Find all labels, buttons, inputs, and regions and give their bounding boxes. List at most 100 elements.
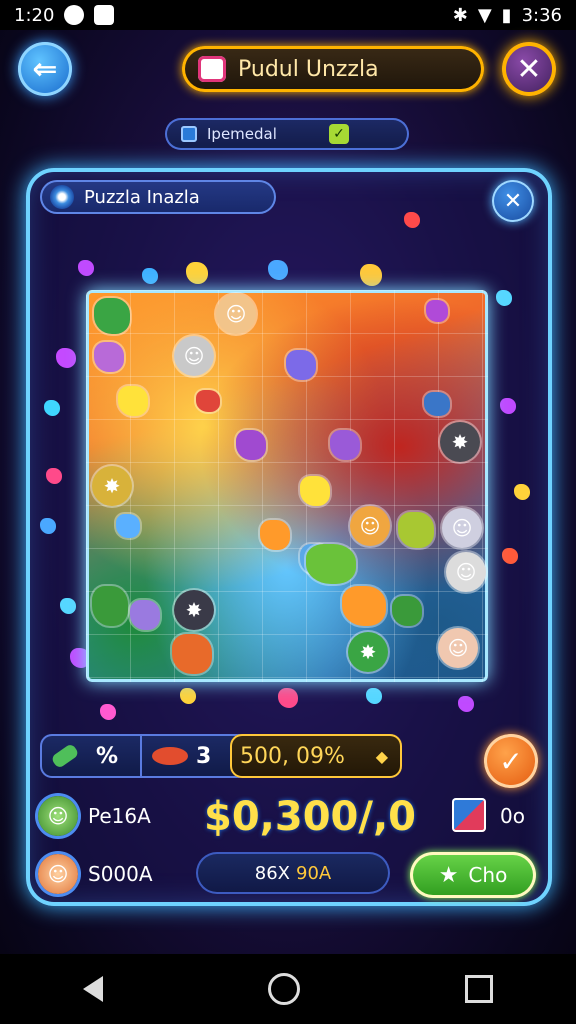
go-button[interactable]: ★ Cho xyxy=(410,852,536,898)
close-icon: ✕ xyxy=(503,188,523,214)
battery-icon: ▮ xyxy=(501,4,512,26)
status-bar: 1:20 ✱ ▼ ▮ 3:36 xyxy=(0,0,576,30)
fish-icon xyxy=(152,747,188,765)
floating-piece xyxy=(458,696,474,712)
puzzle-piece[interactable] xyxy=(236,430,266,460)
critter-piece[interactable]: ☺ xyxy=(216,294,256,334)
floating-piece xyxy=(46,468,62,484)
puzzle-icon xyxy=(198,56,226,82)
timer-right: 90A xyxy=(296,862,332,884)
timer-pill: 86X 90A xyxy=(196,852,390,894)
puzzle-piece[interactable] xyxy=(426,300,448,322)
bottle-icon xyxy=(50,742,80,770)
floating-piece xyxy=(100,704,116,720)
fish-count: 3 xyxy=(196,743,212,769)
panel-header: Puzzla Inazla xyxy=(40,180,276,214)
floating-piece xyxy=(40,518,56,534)
puzzle-piece[interactable] xyxy=(94,342,124,372)
critter-piece[interactable]: ☺ xyxy=(350,506,390,546)
player-name: S000A xyxy=(88,862,153,886)
puzzle-piece[interactable] xyxy=(286,350,316,380)
player-name: Pe16A xyxy=(88,804,151,828)
puzzle-piece[interactable] xyxy=(94,298,130,334)
puzzle-piece[interactable] xyxy=(260,520,290,550)
critter-piece[interactable]: ✸ xyxy=(348,632,388,672)
puzzle-piece[interactable] xyxy=(172,634,212,674)
status-left: 1:20 xyxy=(14,4,115,26)
floating-piece xyxy=(404,212,420,228)
floating-piece xyxy=(186,262,208,284)
critter-piece[interactable]: ☺ xyxy=(446,552,486,592)
close-button[interactable]: ✕ xyxy=(502,42,556,96)
status-right: ✱ ▼ ▮ 3:36 xyxy=(453,5,562,26)
side-action-label: 0o xyxy=(500,804,525,828)
go-label: Cho xyxy=(468,863,508,887)
player-avatar-icon[interactable]: ☺ xyxy=(38,796,78,836)
progress-stat: 500, 09% ◆ xyxy=(230,734,402,778)
status-right-time: 3:36 xyxy=(521,4,562,26)
critter-piece[interactable]: ✸ xyxy=(92,466,132,506)
fish-stat[interactable]: 3 xyxy=(140,734,236,778)
tool-stat[interactable]: % xyxy=(40,734,140,778)
floating-piece xyxy=(142,268,158,284)
critter-piece[interactable]: ✸ xyxy=(440,422,480,462)
signal-icon: ▼ xyxy=(477,4,492,26)
floating-piece xyxy=(366,688,382,704)
floating-piece xyxy=(180,688,196,704)
panel-title: Puzzla Inazla xyxy=(84,186,200,208)
critter-piece[interactable]: ✸ xyxy=(174,590,214,630)
floating-piece xyxy=(44,400,60,416)
puzzle-piece[interactable] xyxy=(330,430,360,460)
swirl-logo-icon xyxy=(50,185,74,209)
puzzle-piece[interactable] xyxy=(118,386,148,416)
navigation-bar xyxy=(0,954,576,1024)
floating-piece xyxy=(60,598,76,614)
nav-home-icon[interactable] xyxy=(267,973,300,1005)
confirm-button[interactable]: ✓ xyxy=(484,734,538,788)
timer-left: 86X xyxy=(254,862,291,884)
back-button[interactable]: ⇐ xyxy=(18,42,72,96)
floating-piece xyxy=(278,688,298,708)
score-display: $0,300/,0 xyxy=(204,794,416,840)
mode-label: Ipemedal xyxy=(207,125,277,143)
star-icon: ★ xyxy=(438,862,459,888)
floating-piece xyxy=(496,290,512,306)
critter-piece[interactable]: ☺ xyxy=(174,336,214,376)
title-pill: Pudul Unzzla xyxy=(182,46,484,92)
flag-icon[interactable] xyxy=(452,798,486,832)
puzzle-piece[interactable] xyxy=(300,476,330,506)
nav-back-icon[interactable] xyxy=(82,976,103,1002)
checkbox-icon xyxy=(181,126,197,142)
puzzle-piece[interactable] xyxy=(392,596,422,626)
puzzle-board[interactable]: ☺ ☺ ✸ ✸ ☺ ☺ ☺ ✸ ✸ ☺ xyxy=(86,290,488,682)
player-avatar-icon[interactable]: ☺ xyxy=(38,854,78,894)
critter-piece[interactable]: ☺ xyxy=(442,508,482,548)
status-time: 1:20 xyxy=(14,4,55,26)
critter-piece[interactable]: ☺ xyxy=(438,628,478,668)
back-arrow-icon: ⇐ xyxy=(32,51,58,87)
tool-symbol: % xyxy=(96,743,119,769)
close-icon: ✕ xyxy=(516,51,542,87)
floating-piece xyxy=(514,484,530,500)
puzzle-piece[interactable] xyxy=(196,390,220,412)
checkmark-icon: ✓ xyxy=(499,744,523,778)
panel-close-button[interactable]: ✕ xyxy=(492,180,534,222)
floating-piece xyxy=(268,260,288,280)
puzzle-piece[interactable] xyxy=(398,512,434,548)
checkmark-icon: ✓ xyxy=(329,124,349,144)
stats-bar: % 3 500, 09% ◆ xyxy=(40,734,402,778)
puzzle-piece[interactable] xyxy=(306,544,356,584)
puzzle-piece[interactable] xyxy=(424,392,450,416)
puzzle-piece[interactable] xyxy=(116,514,140,538)
puzzle-piece[interactable] xyxy=(342,586,386,626)
mode-toggle[interactable]: Ipemedal ✓ xyxy=(165,118,409,150)
page-title: Pudul Unzzla xyxy=(238,56,379,82)
floating-piece xyxy=(500,398,516,414)
notification-icon xyxy=(64,5,85,25)
puzzle-piece[interactable] xyxy=(92,586,128,626)
floating-piece xyxy=(360,264,382,286)
nav-recents-icon[interactable] xyxy=(465,975,494,1003)
shield-icon xyxy=(94,5,115,25)
floating-piece xyxy=(56,348,76,368)
puzzle-piece[interactable] xyxy=(130,600,160,630)
